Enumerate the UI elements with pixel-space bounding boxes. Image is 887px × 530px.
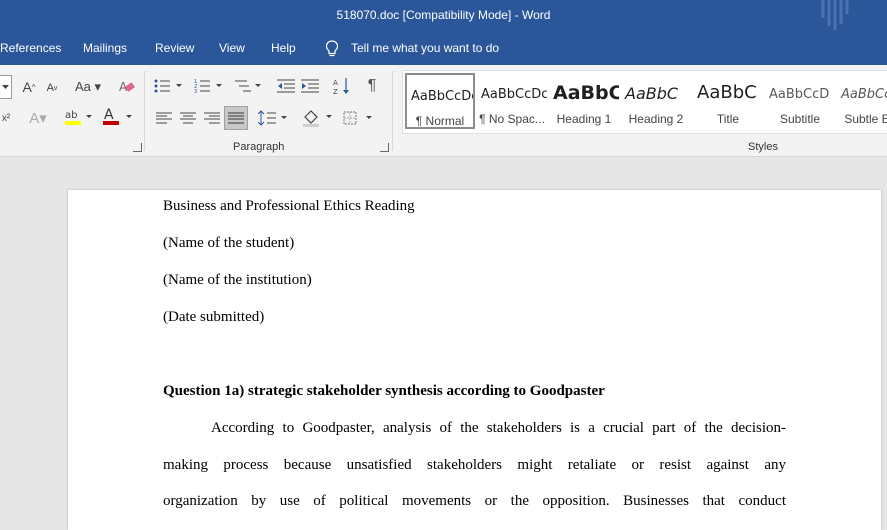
align-left-button[interactable] bbox=[154, 109, 174, 127]
ribbon-separator bbox=[392, 71, 393, 151]
style-title[interactable]: AaBbC Title bbox=[693, 73, 763, 129]
grow-font-button[interactable]: A ^ bbox=[20, 77, 38, 97]
numbering-button[interactable]: 123 bbox=[192, 75, 226, 97]
document-canvas[interactable]: Business and Professional Ethics Reading… bbox=[0, 157, 887, 530]
align-right-button[interactable] bbox=[202, 109, 222, 127]
font-size-dropdown[interactable] bbox=[0, 75, 12, 99]
align-center-icon bbox=[180, 112, 196, 124]
style-heading-1[interactable]: AaBbC Heading 1 bbox=[549, 73, 619, 129]
style-name: ¶ No Spac... bbox=[479, 112, 545, 126]
show-formatting-marks-button[interactable]: ¶ bbox=[362, 75, 382, 97]
bullets-button[interactable] bbox=[152, 75, 186, 97]
align-right-icon bbox=[204, 112, 220, 124]
font-color-icon: A bbox=[103, 107, 132, 125]
body-line: organization by use of political movemen… bbox=[163, 493, 786, 509]
ribbon: A ^ Av Aa ▾ A x² A▾ ab A 123 A Z ¶ Parag… bbox=[0, 65, 887, 157]
styles-group-label: Styles bbox=[748, 141, 778, 153]
style-normal[interactable]: AaBbCcDc ¶ Normal bbox=[405, 73, 475, 129]
tab-review[interactable]: Review bbox=[155, 41, 194, 55]
align-center-button[interactable] bbox=[178, 109, 198, 127]
style-preview: AaBbC bbox=[625, 84, 679, 103]
clear-formatting-button[interactable]: A bbox=[116, 76, 138, 98]
style-preview: AaBbCcD bbox=[769, 87, 830, 102]
sort-button[interactable]: A Z bbox=[331, 75, 353, 97]
style-subtle-emphasis[interactable]: AaBbCc Subtle Em bbox=[837, 73, 887, 129]
svg-text:3: 3 bbox=[194, 89, 197, 94]
font-color-button[interactable]: A bbox=[100, 105, 136, 129]
question-heading: Question 1a) strategic stakeholder synth… bbox=[163, 383, 605, 399]
title-bar: 518070.doc [Compatibility Mode] - Word bbox=[0, 0, 887, 32]
styles-gallery: AaBbCcDc ¶ Normal AaBbCcDc ¶ No Spac... … bbox=[402, 70, 887, 134]
style-name: Title bbox=[716, 112, 740, 126]
align-left-icon bbox=[156, 112, 172, 124]
window-title: 518070.doc [Compatibility Mode] - Word bbox=[336, 8, 551, 22]
svg-text:A: A bbox=[333, 79, 338, 87]
highlighter-icon: ab bbox=[65, 110, 92, 125]
style-name: Subtitle bbox=[779, 112, 821, 126]
justify-button[interactable] bbox=[224, 106, 248, 130]
shading-button[interactable] bbox=[300, 107, 336, 129]
style-preview: AaBbC bbox=[697, 82, 757, 103]
chevron-down-icon bbox=[2, 84, 9, 89]
multilevel-list-icon bbox=[235, 80, 261, 92]
paragraph-group-label: Paragraph bbox=[233, 141, 285, 153]
line-spacing-button[interactable] bbox=[256, 107, 290, 129]
ribbon-tabs: References Mailings Review View Help Tel… bbox=[0, 32, 887, 65]
lightbulb-icon[interactable] bbox=[325, 40, 339, 58]
institution-line: (Name of the institution) bbox=[163, 272, 312, 288]
student-name-line: (Name of the student) bbox=[163, 235, 295, 251]
superscript-button[interactable]: x² bbox=[0, 107, 12, 129]
eraser-icon: A bbox=[119, 80, 135, 94]
document-page[interactable]: Business and Professional Ethics Reading… bbox=[68, 190, 881, 530]
style-preview: AaBbCcDc bbox=[411, 89, 475, 104]
text-effects-button[interactable]: A▾ bbox=[24, 107, 52, 129]
bullet-list-icon bbox=[154, 79, 182, 93]
ribbon-separator bbox=[144, 71, 145, 151]
font-dialog-launcher[interactable] bbox=[133, 143, 142, 152]
doc-title-line: Business and Professional Ethics Reading bbox=[163, 198, 415, 214]
body-line: making process because unsatisfied stake… bbox=[163, 457, 786, 473]
tab-references[interactable]: References bbox=[0, 41, 61, 55]
borders-button[interactable] bbox=[340, 107, 376, 129]
justify-icon bbox=[228, 112, 244, 124]
increase-indent-button[interactable] bbox=[299, 76, 321, 96]
tab-mailings[interactable]: Mailings bbox=[83, 41, 127, 55]
svg-text:ab: ab bbox=[65, 110, 77, 121]
line-spacing-icon bbox=[258, 110, 287, 126]
style-preview: AaBbCc bbox=[841, 87, 887, 102]
style-name: Heading 2 bbox=[628, 112, 684, 126]
style-name: Heading 1 bbox=[556, 112, 612, 126]
change-case-button[interactable]: Aa ▾ bbox=[72, 77, 104, 97]
highlight-button[interactable]: ab bbox=[62, 105, 96, 129]
style-preview: AaBbC bbox=[553, 82, 619, 104]
paragraph-dialog-launcher[interactable] bbox=[380, 143, 389, 152]
style-preview: AaBbCcDc bbox=[481, 87, 547, 102]
multilevel-list-button[interactable] bbox=[231, 75, 265, 97]
shrink-font-button[interactable]: Av bbox=[44, 79, 60, 97]
tab-view[interactable]: View bbox=[219, 41, 245, 55]
sort-az-icon: A Z bbox=[333, 78, 349, 95]
numbered-list-icon: 123 bbox=[194, 79, 222, 94]
borders-icon bbox=[343, 111, 372, 125]
increase-indent-icon bbox=[301, 79, 319, 93]
style-subtitle[interactable]: AaBbCcD Subtitle bbox=[765, 73, 835, 129]
style-heading-2[interactable]: AaBbC Heading 2 bbox=[621, 73, 691, 129]
date-line: (Date submitted) bbox=[163, 309, 265, 325]
title-pattern-decoration bbox=[821, 0, 849, 30]
tab-help[interactable]: Help bbox=[271, 41, 296, 55]
decrease-indent-button[interactable] bbox=[275, 76, 297, 96]
svg-text:Z: Z bbox=[333, 88, 338, 95]
svg-text:A: A bbox=[104, 107, 114, 123]
body-line: According to Goodpaster, analysis of the… bbox=[211, 420, 786, 436]
tell-me-search[interactable]: Tell me what you want to do bbox=[351, 41, 499, 55]
paint-bucket-icon bbox=[303, 110, 332, 127]
style-name: Subtle Em bbox=[844, 112, 887, 126]
style-name: ¶ Normal bbox=[415, 114, 465, 128]
style-no-spacing[interactable]: AaBbCcDc ¶ No Spac... bbox=[477, 73, 547, 129]
decrease-indent-icon bbox=[277, 79, 295, 93]
